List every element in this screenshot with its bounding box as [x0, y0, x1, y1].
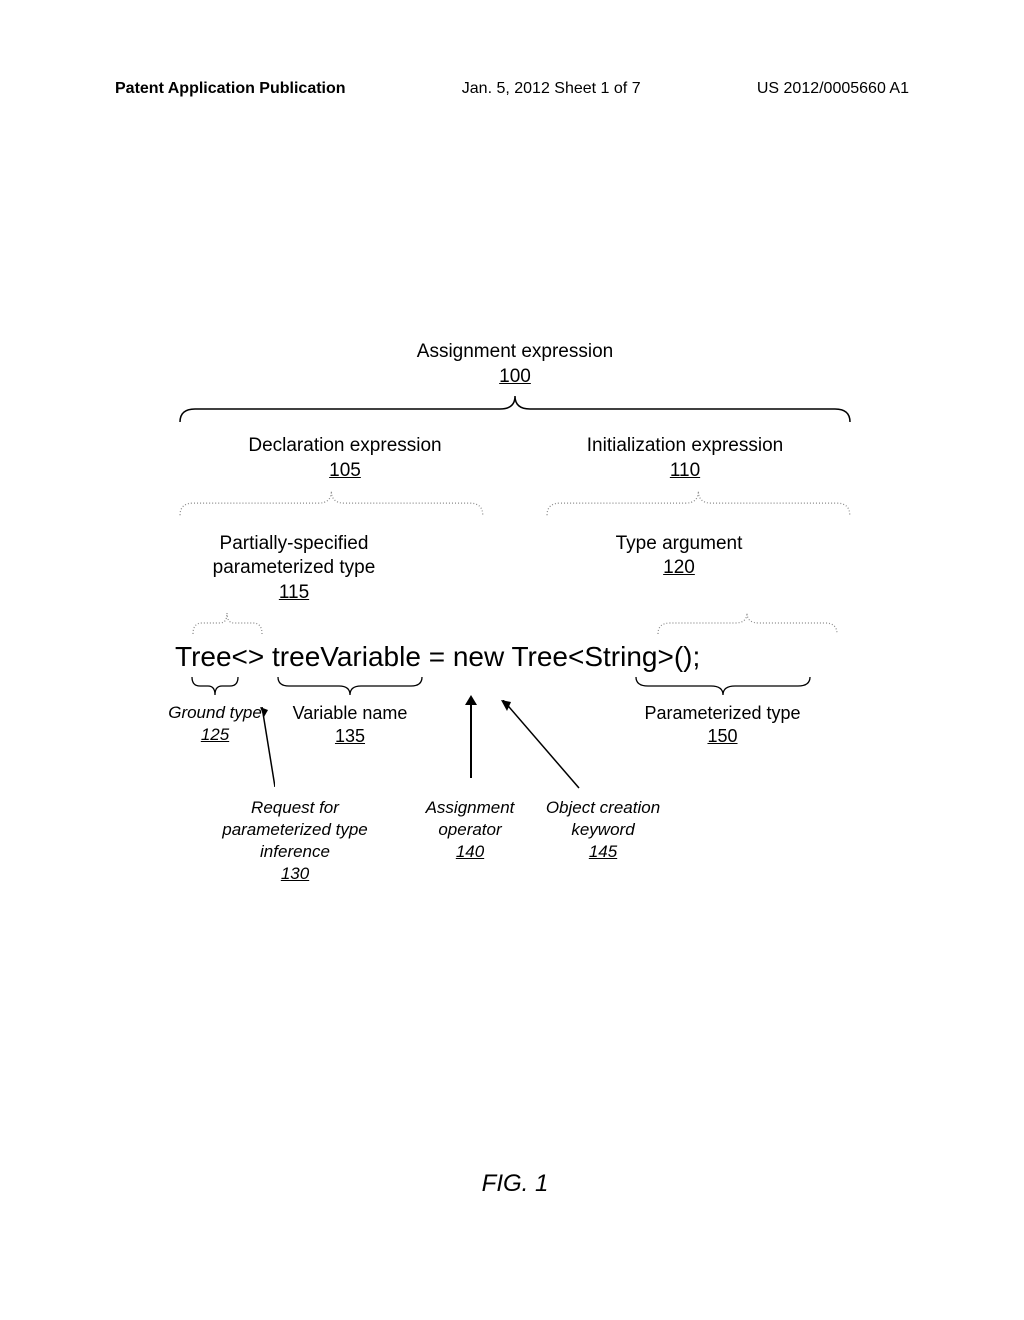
second-row: Declaration expression 105 Initializatio…	[175, 434, 855, 483]
brace-under-1-icon	[190, 675, 240, 697]
fourth-row: Ground type 125 Variable name 135 Parame…	[175, 702, 855, 792]
brace-row-3	[175, 611, 855, 636]
brace-small-right-icon	[655, 611, 840, 636]
fifth-row: Request for parameterized type inference…	[175, 797, 855, 917]
parameterized-type-label: Parameterized type 150	[605, 702, 840, 749]
header-doc-number: US 2012/0005660 A1	[757, 80, 909, 98]
figure-caption: FIG. 1	[175, 1170, 855, 1198]
request-inference-label: Request for parameterized type inference…	[210, 797, 380, 885]
arrow-2-head-icon	[465, 695, 477, 705]
header-date-sheet: Jan. 5, 2012 Sheet 1 of 7	[462, 80, 641, 98]
brace-small-left-icon	[190, 611, 265, 636]
page-header: Patent Application Publication Jan. 5, 2…	[0, 0, 1024, 98]
arrow-1-icon	[260, 707, 275, 787]
type-argument-label: Type argument 120	[543, 532, 815, 606]
figure-diagram: Assignment expression 100 Declaration ex…	[175, 340, 855, 917]
brace-full-icon	[175, 394, 855, 424]
brace-row-2	[175, 489, 855, 517]
brace-row-top	[175, 394, 855, 424]
brace-row-4	[175, 675, 855, 697]
initialization-expression-label: Initialization expression 110	[515, 434, 855, 483]
variable-name-label: Variable name 135	[280, 702, 420, 749]
assignment-expression-label: Assignment expression 100	[175, 340, 855, 389]
code-expression: Tree<> treeVariable = new Tree<String>()…	[175, 641, 855, 673]
ground-type-label: Ground type 125	[165, 702, 265, 746]
arrow-3-icon	[501, 700, 581, 790]
assignment-operator-label: Assignment operator 140	[400, 797, 540, 863]
brace-under-5-icon	[633, 675, 813, 697]
partially-specified-label: Partially-specified parameterized type 1…	[175, 532, 413, 606]
third-row: Partially-specified parameterized type 1…	[175, 532, 855, 606]
declaration-expression-label: Declaration expression 105	[175, 434, 515, 483]
brace-right-icon	[542, 489, 855, 517]
object-creation-label: Object creation keyword 145	[543, 797, 663, 863]
arrow-2-line	[470, 700, 472, 778]
header-publication: Patent Application Publication	[115, 80, 346, 98]
brace-under-2-icon	[275, 675, 425, 697]
brace-left-icon	[175, 489, 488, 517]
